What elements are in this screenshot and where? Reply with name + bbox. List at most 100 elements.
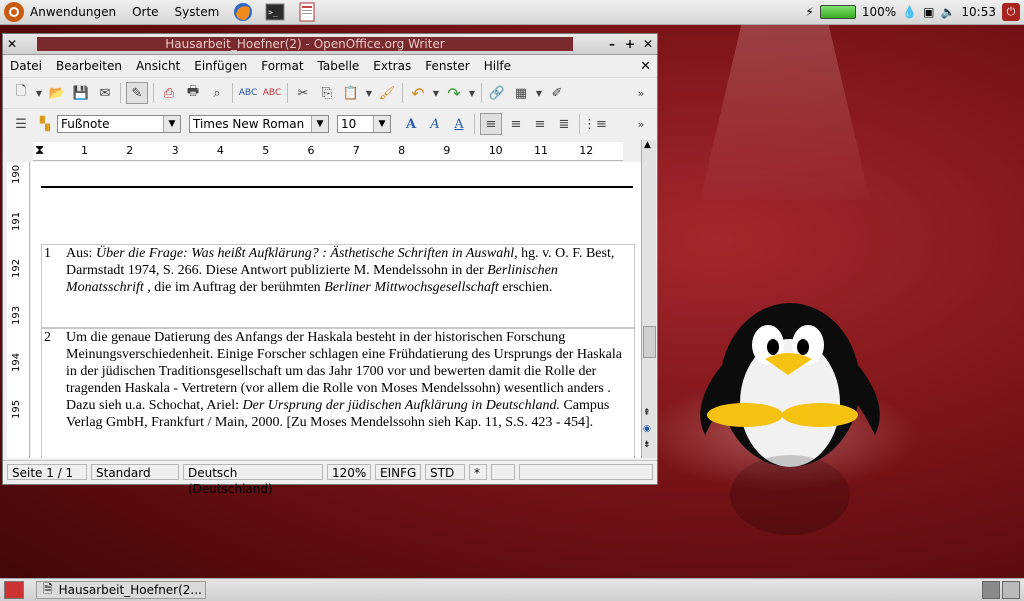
format-paintbrush-icon[interactable]: 🖌	[377, 83, 397, 103]
redo-icon[interactable]: ↷	[444, 83, 464, 103]
navigator-icon[interactable]: ◉	[643, 424, 651, 434]
ruler-number: 10	[488, 144, 503, 157]
tab-stop-icon[interactable]: ⧗	[35, 143, 44, 158]
status-language[interactable]: Deutsch (Deutschland)	[183, 464, 323, 496]
bold-icon[interactable]: A	[401, 114, 421, 134]
system-menu[interactable]: System	[167, 5, 228, 19]
menu-hilfe[interactable]: Hilfe	[477, 59, 518, 73]
chevron-down-icon[interactable]: ▼	[373, 116, 390, 132]
styles-and-formatting-icon[interactable]: ▚	[35, 114, 55, 134]
undo-dropdown-icon[interactable]: ▼	[432, 83, 440, 103]
menu-bearbeiten[interactable]: Bearbeiten	[49, 59, 129, 73]
footnote-italic-text: Über die Frage: Was heißt Aufklärung? : …	[95, 246, 518, 261]
hyperlink-icon[interactable]: 🔗	[487, 83, 507, 103]
table-dropdown-icon[interactable]: ▼	[535, 83, 543, 103]
menu-fenster[interactable]: Fenster	[418, 59, 477, 73]
paste-icon[interactable]: 📋	[341, 83, 361, 103]
open-icon[interactable]: 📂	[47, 83, 67, 103]
cut-icon[interactable]: ✂	[293, 83, 313, 103]
underline-icon[interactable]: A	[449, 114, 469, 134]
chevron-down-icon[interactable]: ▼	[311, 116, 328, 132]
page-preview-icon[interactable]: ⌕	[207, 83, 227, 103]
menu-datei[interactable]: Datei	[3, 59, 49, 73]
show-desktop-icon[interactable]	[4, 581, 24, 599]
export-pdf-icon[interactable]: ⎙	[159, 83, 179, 103]
show-draw-functions-icon[interactable]: ✐	[547, 83, 567, 103]
chevron-down-icon[interactable]: ▼	[163, 116, 180, 132]
menu-extras[interactable]: Extras	[366, 59, 418, 73]
status-modified: *	[469, 464, 487, 480]
places-menu[interactable]: Orte	[124, 5, 166, 19]
print-icon[interactable]: 🖶	[183, 83, 203, 103]
font-name-combo[interactable]: Times New Roman ▼	[189, 115, 329, 133]
document-area[interactable]: 1 Aus: Über die Frage: Was heißt Aufkläru…	[31, 162, 641, 458]
menu-ansicht[interactable]: Ansicht	[129, 59, 187, 73]
footnote[interactable]: 1 Aus: Über die Frage: Was heißt Aufkläru…	[41, 244, 635, 328]
ubuntu-logo-icon	[4, 2, 24, 22]
workspace-switcher-1[interactable]	[982, 581, 1000, 599]
svg-text:>_: >_	[268, 8, 278, 17]
network-icon[interactable]: ▣	[923, 5, 934, 19]
footnote[interactable]: 2 Um die genaue Datierung des Anfangs der…	[41, 328, 635, 458]
minimize-button[interactable]: –	[603, 37, 621, 51]
toolbar-overflow-icon[interactable]: »	[631, 83, 651, 103]
ruler-number: 9	[443, 144, 451, 157]
vertical-scrollbar[interactable]: ▲ ⇞ ◉ ⇟	[641, 140, 656, 458]
italic-icon[interactable]: A	[425, 114, 445, 134]
taskbar-writer-button[interactable]: 🗎 Hausarbeit_Hoefner(2...	[36, 581, 206, 599]
toolbar-overflow-icon[interactable]: »	[631, 114, 651, 134]
copy-icon[interactable]: ⎘	[317, 83, 337, 103]
justify-icon[interactable]: ≣	[554, 114, 574, 134]
terminal-launcher-icon[interactable]: >_	[263, 1, 287, 23]
menubar: Datei Bearbeiten Ansicht Einfügen Format…	[3, 55, 657, 77]
footnote-text: Aus: Über die Frage: Was heißt Aufklärun…	[66, 245, 634, 296]
text-editor-launcher-icon[interactable]	[295, 1, 319, 23]
status-page-style[interactable]: Standard	[91, 464, 179, 480]
menu-einfuegen[interactable]: Einfügen	[187, 59, 254, 73]
menu-tabelle[interactable]: Tabelle	[311, 59, 367, 73]
window-menu-icon[interactable]: ✕	[3, 37, 21, 51]
applications-menu[interactable]: Anwendungen	[0, 0, 124, 24]
paragraph-style-combo[interactable]: Fußnote ▼	[57, 115, 181, 133]
window-titlebar[interactable]: ✕ Hausarbeit_Hoefner(2) - OpenOffice.org…	[3, 34, 657, 55]
ruler-number: 12	[579, 144, 594, 157]
shutdown-icon[interactable]: ⏻	[1002, 3, 1020, 21]
drop-icon[interactable]: 💧	[902, 5, 917, 19]
align-right-icon[interactable]: ≡	[530, 114, 550, 134]
volume-icon[interactable]: 🔈	[940, 5, 955, 19]
previous-page-icon[interactable]: ⇞	[643, 408, 651, 418]
align-left-icon[interactable]: ≡	[480, 113, 502, 135]
spellcheck-icon[interactable]: ABC	[238, 83, 258, 103]
maximize-button[interactable]: +	[621, 37, 639, 51]
status-selection-mode[interactable]: STD	[425, 464, 465, 480]
undo-icon[interactable]: ↶	[408, 83, 428, 103]
status-page[interactable]: Seite 1 / 1	[7, 464, 87, 480]
status-zoom[interactable]: 120%	[327, 464, 371, 480]
close-button[interactable]: ✕	[639, 37, 657, 51]
clock[interactable]: 10:53	[961, 5, 996, 19]
table-icon[interactable]: ▦	[511, 83, 531, 103]
save-icon[interactable]: 💾	[71, 83, 91, 103]
close-document-icon[interactable]: ✕	[640, 59, 651, 74]
trash-icon[interactable]	[1002, 581, 1020, 599]
align-center-icon[interactable]: ≡	[506, 114, 526, 134]
scroll-up-arrow-icon[interactable]: ▲	[644, 140, 651, 150]
scroll-thumb[interactable]	[643, 326, 656, 358]
stylist-icon[interactable]: ☰	[11, 114, 31, 134]
numbering-icon[interactable]: ⋮≡	[583, 114, 607, 134]
horizontal-ruler[interactable]: ⧗ 1 2 3 4 5 6 7 8 9 10 11 12	[33, 142, 623, 161]
battery-icon[interactable]	[819, 5, 856, 19]
new-document-icon[interactable]: 🗋	[11, 83, 31, 103]
autospellcheck-icon[interactable]: ABC	[262, 83, 282, 103]
edit-mode-icon[interactable]: ✎	[126, 82, 148, 104]
power-plug-icon[interactable]: ⚡	[805, 5, 813, 19]
next-page-icon[interactable]: ⇟	[643, 440, 651, 450]
email-icon[interactable]: ✉	[95, 83, 115, 103]
font-size-combo[interactable]: 10 ▼	[337, 115, 391, 133]
new-dropdown-icon[interactable]: ▼	[35, 83, 43, 103]
redo-dropdown-icon[interactable]: ▼	[468, 83, 476, 103]
status-insert-mode[interactable]: EINFG	[375, 464, 421, 480]
paste-dropdown-icon[interactable]: ▼	[365, 83, 373, 103]
firefox-launcher-icon[interactable]	[231, 1, 255, 23]
menu-format[interactable]: Format	[254, 59, 310, 73]
